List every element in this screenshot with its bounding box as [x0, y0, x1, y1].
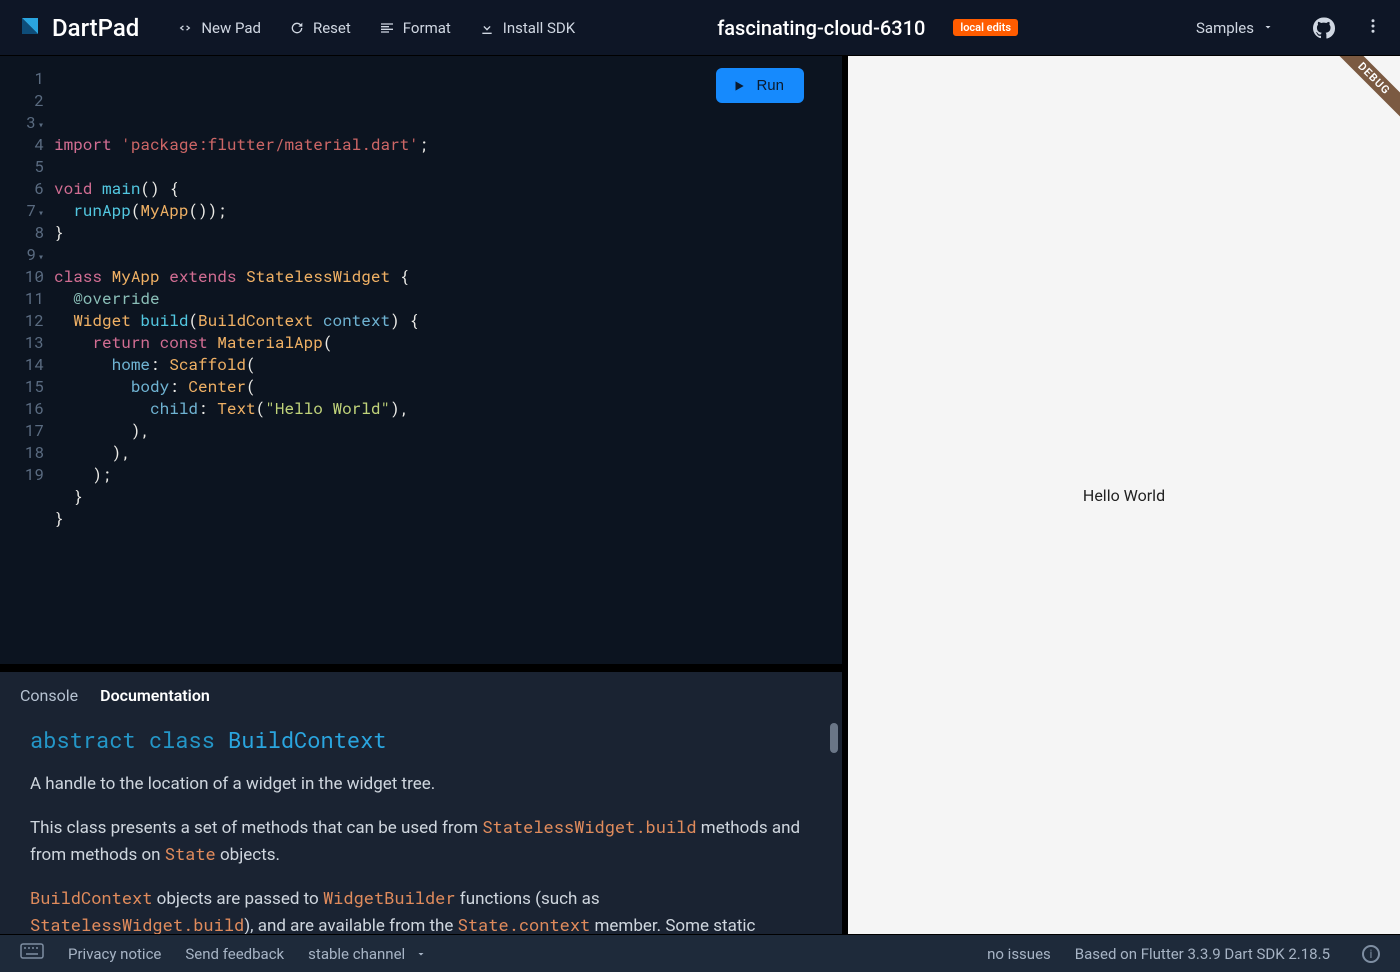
- sdk-label: Based on Flutter 3.3.9 Dart SDK 2.18.5: [1075, 945, 1330, 963]
- reset-button[interactable]: Reset: [285, 15, 355, 41]
- issues-label: no issues: [987, 945, 1051, 963]
- left-panel: 12345678910111213141516171819 import 'pa…: [0, 56, 848, 934]
- github-icon: [1313, 17, 1335, 39]
- documentation-body[interactable]: abstract class BuildContext A handle to …: [0, 711, 842, 934]
- github-button[interactable]: [1310, 14, 1338, 42]
- toolbar: DartPad New Pad Reset Format Install SDK…: [0, 0, 1400, 56]
- new-pad-button[interactable]: New Pad: [173, 15, 265, 41]
- bottom-tabs: Console Documentation: [0, 672, 842, 711]
- code-icon: [177, 20, 193, 36]
- preview-panel: Hello World DEBUG: [848, 56, 1400, 934]
- channel-dropdown[interactable]: stable channel: [308, 945, 427, 963]
- run-button[interactable]: Run: [716, 68, 804, 103]
- play-icon: [732, 79, 746, 93]
- code-area[interactable]: import 'package:flutter/material.dart'; …: [50, 56, 842, 664]
- panel-divider[interactable]: [0, 664, 842, 672]
- chevron-down-icon: [1262, 19, 1274, 37]
- feedback-link[interactable]: Send feedback: [185, 945, 284, 963]
- format-icon: [379, 20, 395, 36]
- tab-console[interactable]: Console: [20, 680, 78, 711]
- scrollbar-thumb[interactable]: [830, 723, 838, 753]
- tab-documentation[interactable]: Documentation: [100, 680, 210, 711]
- privacy-link[interactable]: Privacy notice: [68, 945, 161, 963]
- pad-title: fascinating-cloud-6310: [717, 16, 925, 40]
- doc-paragraph: This class presents a set of methods tha…: [30, 814, 816, 868]
- doc-paragraph: A handle to the location of a widget in …: [30, 771, 816, 797]
- footer: Privacy notice Send feedback stable chan…: [0, 934, 1400, 972]
- more-vert-icon: [1364, 17, 1382, 35]
- keyboard-icon[interactable]: [20, 943, 44, 965]
- doc-heading: abstract class BuildContext: [30, 727, 816, 753]
- editor[interactable]: 12345678910111213141516171819 import 'pa…: [0, 56, 842, 664]
- info-icon[interactable]: i: [1362, 945, 1380, 963]
- format-button[interactable]: Format: [375, 15, 455, 41]
- doc-paragraph: BuildContext objects are passed to Widge…: [30, 885, 816, 934]
- line-gutter: 12345678910111213141516171819: [0, 56, 50, 664]
- brand-logo[interactable]: DartPad: [18, 14, 139, 42]
- install-sdk-button[interactable]: Install SDK: [475, 15, 579, 41]
- chevron-down-icon: [415, 948, 427, 960]
- local-edits-badge: local edits: [953, 19, 1018, 36]
- refresh-icon: [289, 20, 305, 36]
- download-icon: [479, 20, 495, 36]
- main: 12345678910111213141516171819 import 'pa…: [0, 56, 1400, 934]
- samples-dropdown[interactable]: Samples: [1196, 19, 1274, 37]
- overflow-menu-button[interactable]: [1364, 17, 1382, 39]
- preview-text: Hello World: [1083, 486, 1165, 505]
- dart-logo-icon: [18, 14, 42, 42]
- brand-name: DartPad: [52, 14, 139, 42]
- bottom-panel: Console Documentation abstract class Bui…: [0, 672, 842, 934]
- debug-banner: DEBUG: [1312, 56, 1400, 144]
